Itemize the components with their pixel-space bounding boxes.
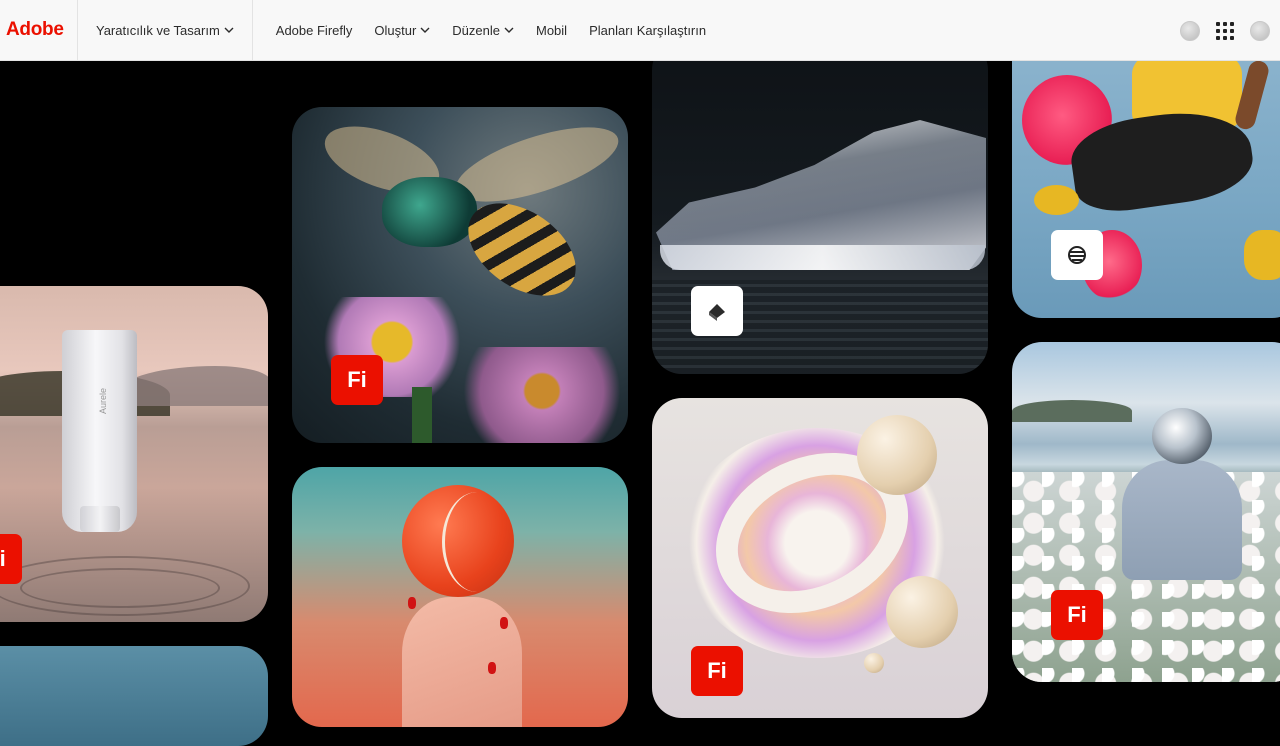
card-astronaut-roses[interactable]: Fi [1012,342,1280,682]
sphere [886,576,958,648]
flower [452,347,628,443]
nav-create-label: Oluştur [374,22,417,38]
card-bee-on-flower[interactable]: Fi [292,107,628,443]
nav-category[interactable]: Yaratıcılık ve Tasarım [78,0,253,61]
card-abstract-ribbons[interactable]: Fi [652,398,988,718]
chrome-helmet [1152,408,1212,464]
card-glass-sneaker[interactable] [652,40,988,374]
tennis-ball-seam [442,492,512,592]
bee-body [382,177,477,247]
firefly-badge-text: Fi [347,367,367,392]
nav-creativity-design[interactable]: Yaratıcılık ve Tasarım [96,0,234,61]
product-cap [80,506,120,532]
fingernail [408,597,416,609]
firefly-badge-icon: Fi [691,646,743,696]
chevron-down-icon [504,27,514,33]
card-jumping-person[interactable] [1012,20,1280,318]
firefly-badge-icon: Fi [331,355,383,405]
nav-adobe-firefly-label: Adobe Firefly [275,22,353,38]
firefly-badge-text: Fi [707,658,727,683]
card-tennis-ball-hand[interactable] [292,467,628,727]
nav-creativity-design-label: Yaratıcılık ve Tasarım [96,22,220,38]
profile-circle-icon[interactable] [1180,20,1200,41]
substance-3d-badge-icon [691,286,743,336]
fingernail [488,662,496,674]
yellow-shoe [1244,230,1280,280]
flower-stem [412,387,432,443]
person-hoodie [1122,460,1242,580]
header-tools [1180,0,1270,61]
firefly-badge-icon: Fi [0,534,22,584]
global-nav: Adobe Yaratıcılık ve Tasarım Adobe Firef… [0,0,1280,61]
card-skincare-tube[interactable]: Aurele Fi [0,286,268,622]
fingernail [500,617,508,629]
yellow-shoe [1034,185,1079,215]
chevron-down-icon [420,27,430,33]
nav-adobe-firefly[interactable]: Adobe Firefly [265,0,364,61]
nav-edit[interactable]: Düzenle [441,0,525,61]
substance-3d-icon [709,304,725,321]
firefly-badge-text: Fi [1067,602,1087,627]
nav-compare-plans[interactable]: Planları Karşılaştırın [578,0,717,61]
product-nav: Adobe Firefly Oluştur Düzenle Mobil Plan… [253,0,717,61]
card-partial-bottom[interactable] [0,646,268,746]
chevron-down-icon [224,27,234,33]
sphere [857,415,937,495]
product-label: Aurele [98,387,109,415]
firefly-badge-icon: Fi [1051,590,1103,640]
shoreline [1012,400,1132,422]
product-tube [62,330,137,532]
adobe-logo[interactable]: Adobe [0,0,78,61]
water-ripple [20,568,220,608]
background-hill [120,366,268,406]
sphere [864,653,884,673]
firefly-badge-text: Fi [0,546,6,571]
apps-grid-icon[interactable] [1216,21,1234,40]
nav-compare-plans-label: Planları Karşılaştırın [589,22,707,38]
express-icon [1068,246,1086,264]
nav-mobile-label: Mobil [535,22,568,38]
adobe-logo-text: Adobe [6,19,64,40]
sneaker-sole [660,245,985,270]
express-badge-icon [1051,230,1103,280]
nav-create[interactable]: Oluştur [363,0,441,61]
nav-mobile[interactable]: Mobil [525,0,578,61]
avatar-icon[interactable] [1250,20,1270,41]
nav-edit-label: Düzenle [452,22,500,38]
